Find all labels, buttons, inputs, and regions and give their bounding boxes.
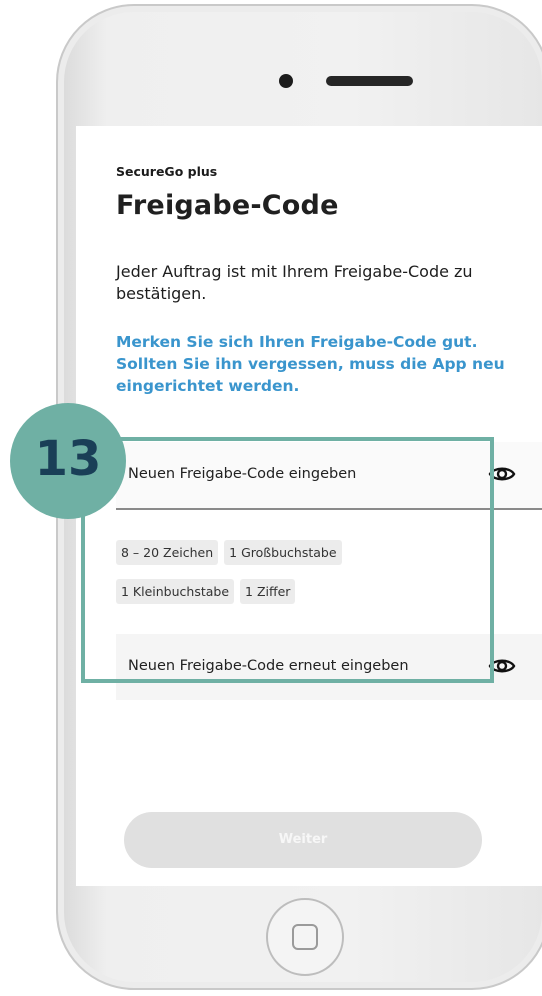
intro-text: Jeder Auftrag ist mit Ihrem Freigabe-Cod… bbox=[116, 262, 473, 303]
home-square-icon bbox=[292, 924, 318, 950]
next-button[interactable]: Weiter bbox=[124, 812, 482, 868]
step-number-badge: 13 bbox=[10, 403, 126, 519]
highlight-frame bbox=[81, 437, 494, 683]
warning-text: Merken Sie sich Ihren Freigabe-Code gut.… bbox=[116, 333, 505, 395]
home-button[interactable] bbox=[266, 898, 344, 976]
app-name: SecureGo plus bbox=[116, 164, 218, 179]
earpiece-speaker bbox=[326, 76, 413, 86]
page-title: Freigabe-Code bbox=[116, 190, 339, 221]
front-camera bbox=[279, 74, 293, 88]
